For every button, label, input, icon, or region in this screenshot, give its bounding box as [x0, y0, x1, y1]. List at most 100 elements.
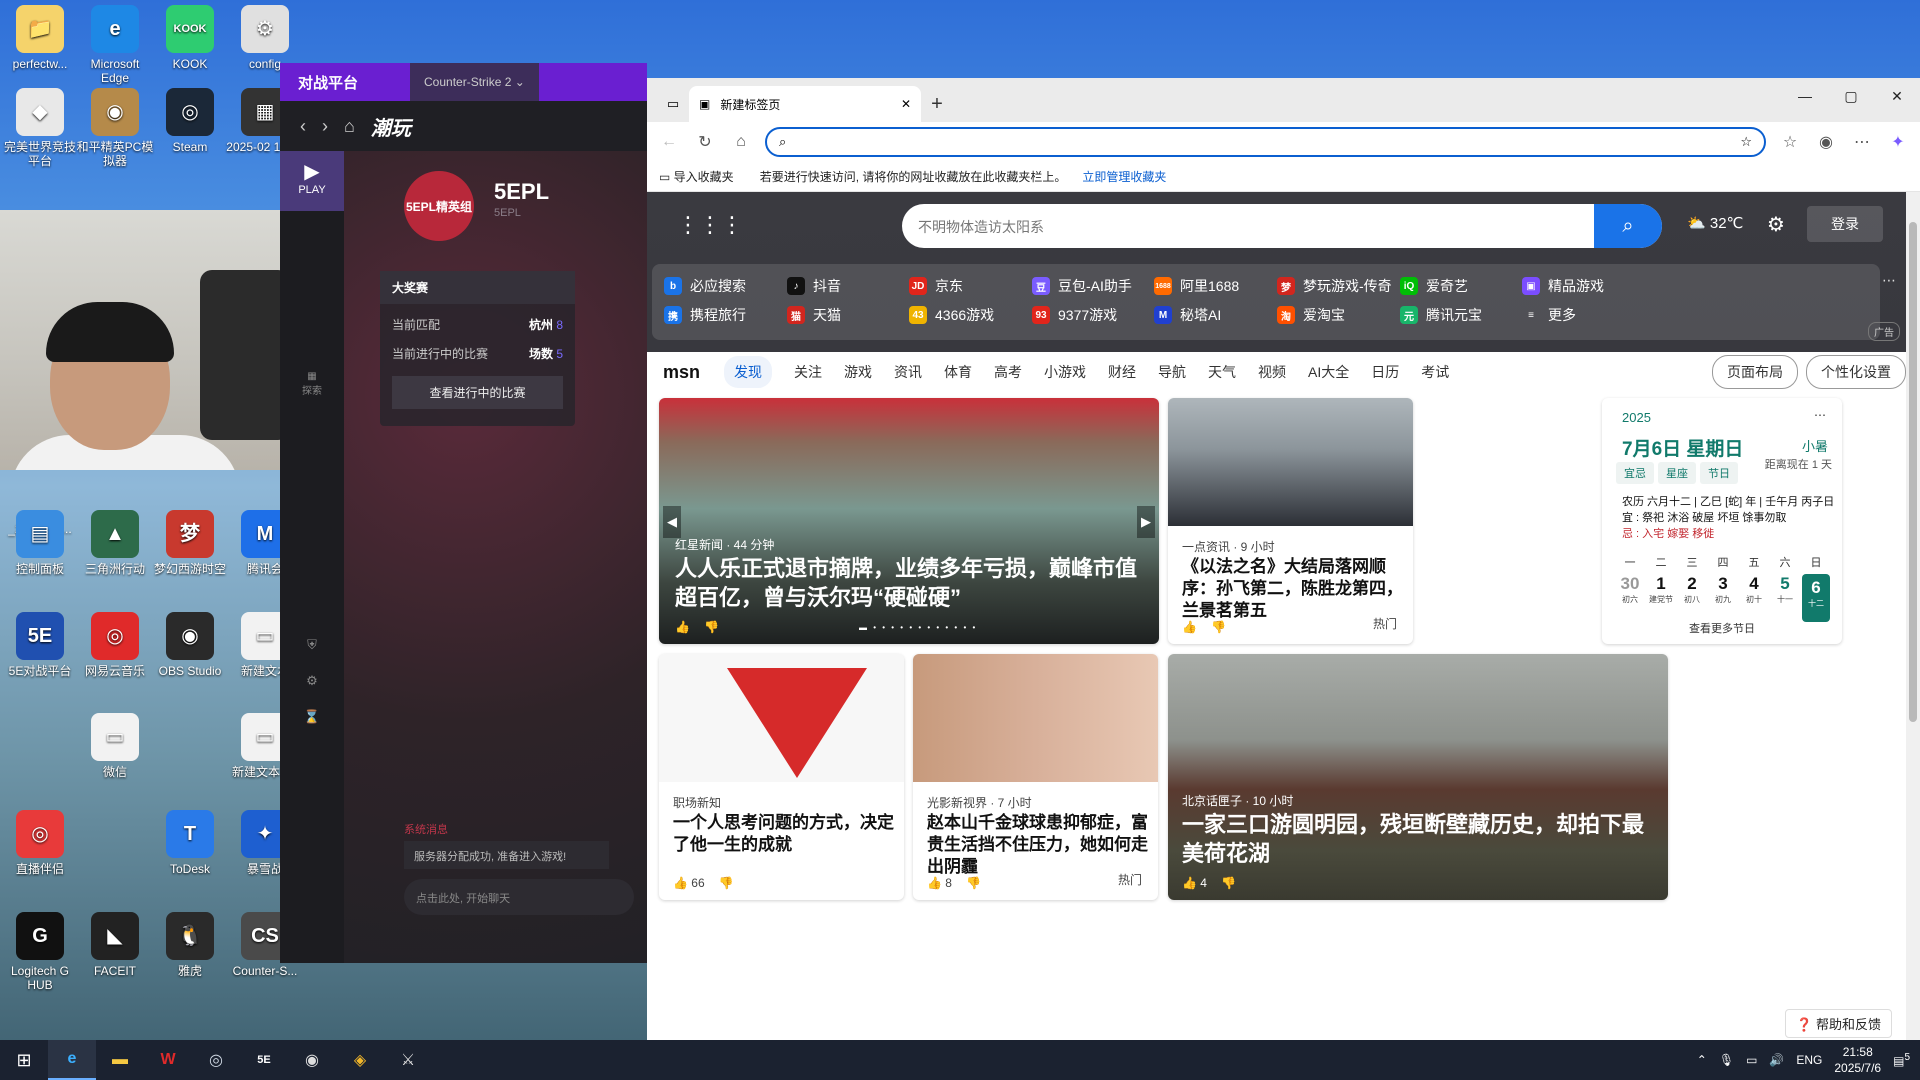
calendar-tab[interactable]: 宜忌: [1616, 462, 1654, 484]
game-tab-selector[interactable]: Counter-Strike 2 ⌄: [410, 63, 539, 101]
calendar-more-icon[interactable]: ⋯: [1814, 408, 1826, 422]
favorites-icon[interactable]: ☆: [1778, 130, 1802, 154]
tab-actions-icon[interactable]: ▭: [657, 86, 689, 122]
quick-link[interactable]: 猫天猫: [787, 305, 841, 325]
taskbar-obs-icon[interactable]: ◉: [288, 1040, 336, 1080]
forward-icon[interactable]: ›: [322, 116, 328, 137]
feed-tab[interactable]: 游戏: [844, 362, 872, 382]
page-layout-button[interactable]: 页面布局: [1712, 355, 1798, 389]
desktop-icon[interactable]: ◉ OBS Studio: [150, 612, 230, 678]
desktop-icon[interactable]: G Logitech G HUB: [0, 912, 80, 992]
home-icon[interactable]: ⌂: [344, 116, 355, 137]
dislike-icon[interactable]: 👎: [1211, 620, 1226, 634]
feed-tab[interactable]: 视频: [1258, 362, 1286, 382]
desktop-icon[interactable]: ◎ 直播伴侣: [0, 810, 80, 876]
desktop-icon[interactable]: ◎ Steam: [150, 88, 230, 154]
import-favorites-button[interactable]: ▭ 导入收藏夹: [659, 168, 734, 185]
dislike-icon[interactable]: 👎: [719, 876, 734, 890]
gear-icon[interactable]: ⚙: [1767, 212, 1785, 237]
hourglass-icon[interactable]: ⌛: [280, 709, 344, 725]
taskbar-cs-icon[interactable]: ⚔: [384, 1040, 432, 1080]
refresh-icon[interactable]: ↻: [693, 130, 717, 154]
quick-link[interactable]: ♪ 抖音: [787, 276, 841, 296]
feed-tab[interactable]: 日历: [1371, 362, 1399, 382]
quick-link[interactable]: M 秘塔AI: [1154, 305, 1221, 325]
calendar-day[interactable]: 5 十一: [1771, 574, 1799, 622]
quick-link[interactable]: b 必应搜索: [664, 276, 746, 296]
feed-tab[interactable]: 小游戏: [1044, 362, 1086, 382]
input-language[interactable]: ENG: [1796, 1053, 1822, 1067]
back-icon[interactable]: ‹: [300, 116, 306, 137]
dislike-icon[interactable]: 👎: [1221, 876, 1236, 890]
tab-new-tab[interactable]: ▣ 新建标签页 ✕: [689, 86, 921, 122]
manage-favorites-link[interactable]: 立即管理收藏夹: [1082, 168, 1166, 185]
like-button[interactable]: 👍 8: [927, 876, 952, 890]
feed-tab[interactable]: 财经: [1108, 362, 1136, 382]
address-input[interactable]: [796, 134, 1731, 150]
like-button[interactable]: 👍 66: [673, 876, 705, 890]
close-tab-icon[interactable]: ✕: [901, 97, 911, 111]
quick-link[interactable]: 43 4366游戏: [909, 305, 994, 325]
tray-chevron-icon[interactable]: ⌃: [1697, 1053, 1707, 1067]
clock[interactable]: 21:58 2025/7/6: [1834, 1044, 1881, 1076]
carousel-prev-icon[interactable]: ◀: [663, 506, 681, 538]
quick-link[interactable]: 93 9377游戏: [1032, 305, 1117, 325]
weather-widget[interactable]: ⛅ 32℃: [1687, 214, 1743, 232]
scrollbar-thumb[interactable]: [1909, 222, 1917, 722]
settings-icon[interactable]: ⚙: [280, 673, 344, 689]
news-card[interactable]: 职场新知 一个人思考问题的方式，决定了他一生的成就 👍 66 👎: [659, 654, 904, 900]
copilot-icon[interactable]: ✦: [1886, 130, 1910, 154]
calendar-day[interactable]: 30 初六: [1616, 574, 1644, 622]
home-icon[interactable]: ⌂: [729, 130, 753, 154]
calendar-day[interactable]: 2 初八: [1678, 574, 1706, 622]
web-search-box[interactable]: 不明物体造访太阳系 ⌕: [902, 204, 1662, 248]
help-feedback-button[interactable]: ❓ 帮助和反馈: [1785, 1009, 1892, 1038]
quick-link[interactable]: 梦梦玩游戏-传奇: [1277, 276, 1392, 296]
desktop-icon[interactable]: ◆ 完美世界竞技平台: [0, 88, 80, 168]
carousel-next-icon[interactable]: ▶: [1137, 506, 1155, 538]
dislike-icon[interactable]: 👎: [704, 620, 719, 634]
calendar-day[interactable]: 6 十二: [1802, 574, 1830, 622]
shield-icon[interactable]: ⛨: [280, 637, 344, 653]
desktop-icon[interactable]: e Microsoft Edge: [75, 5, 155, 85]
desktop-icon[interactable]: T ToDesk: [150, 810, 230, 876]
feed-tab[interactable]: 考试: [1421, 362, 1449, 382]
apps-grid-icon[interactable]: ⋮⋮⋮: [677, 212, 743, 238]
like-icon[interactable]: 👍: [675, 620, 690, 634]
feed-tab[interactable]: 天气: [1208, 362, 1236, 382]
feed-tab[interactable]: 高考: [994, 362, 1022, 382]
quicklinks-more-icon[interactable]: ⋯: [1882, 272, 1896, 289]
quick-link[interactable]: 淘爱淘宝: [1277, 305, 1345, 325]
dislike-icon[interactable]: 👎: [966, 876, 981, 890]
quick-link[interactable]: iQ 爱奇艺: [1400, 276, 1468, 296]
calendar-day[interactable]: 3 初九: [1709, 574, 1737, 622]
notification-icon[interactable]: ▤5: [1893, 1052, 1910, 1068]
quick-link[interactable]: ≡ 更多: [1522, 305, 1576, 325]
more-menu-icon[interactable]: ⋯: [1850, 130, 1874, 154]
new-tab-button[interactable]: +: [921, 86, 953, 122]
calendar-day[interactable]: 4 初十: [1740, 574, 1768, 622]
quick-link[interactable]: 元腾讯元宝: [1400, 305, 1482, 325]
maximize-icon[interactable]: ▢: [1828, 78, 1874, 114]
login-button[interactable]: 登录: [1807, 206, 1883, 242]
address-bar[interactable]: ⌕ ☆: [765, 127, 1766, 157]
minimize-icon[interactable]: —: [1782, 78, 1828, 114]
page-scrollbar[interactable]: [1906, 192, 1920, 1040]
feed-tab[interactable]: 关注: [794, 362, 822, 382]
hero-news-card[interactable]: ◀ ▶ 红星新闻 · 44 分钟 人人乐正式退市摘牌，业绩多年亏损，巅峰市值超百…: [659, 398, 1159, 644]
quick-link[interactable]: JD 京东: [909, 276, 963, 296]
taskbar-game-icon[interactable]: ◈: [336, 1040, 384, 1080]
taskbar-edge-icon[interactable]: e: [48, 1040, 96, 1080]
news-card[interactable]: 北京话匣子 · 10 小时 一家三口游圆明园，残垣断壁藏历史，却拍下最美荷花湖 …: [1168, 654, 1668, 900]
desktop-icon[interactable]: 🐧 雅虎: [150, 912, 230, 978]
view-live-matches-button[interactable]: 查看进行中的比赛: [392, 376, 563, 409]
favorite-star-icon[interactable]: ☆: [1740, 134, 1752, 150]
play-button[interactable]: ▶ PLAY: [280, 151, 344, 211]
personalize-button[interactable]: 个性化设置: [1806, 355, 1906, 389]
news-title[interactable]: 一家三口游圆明园，残垣断壁藏历史，却拍下最美荷花湖: [1182, 810, 1657, 868]
news-title[interactable]: 一个人思考问题的方式，决定了他一生的成就: [673, 812, 898, 856]
news-card[interactable]: 一点资讯 · 9 小时 《以法之名》大结局落网顺序：孙飞第二，陈胜龙第四，兰景茗…: [1168, 398, 1413, 644]
taskbar-wps-icon[interactable]: W: [144, 1040, 192, 1080]
taskbar-explorer-icon[interactable]: ▬: [96, 1040, 144, 1080]
microphone-icon[interactable]: 🎙: [1719, 1053, 1734, 1067]
